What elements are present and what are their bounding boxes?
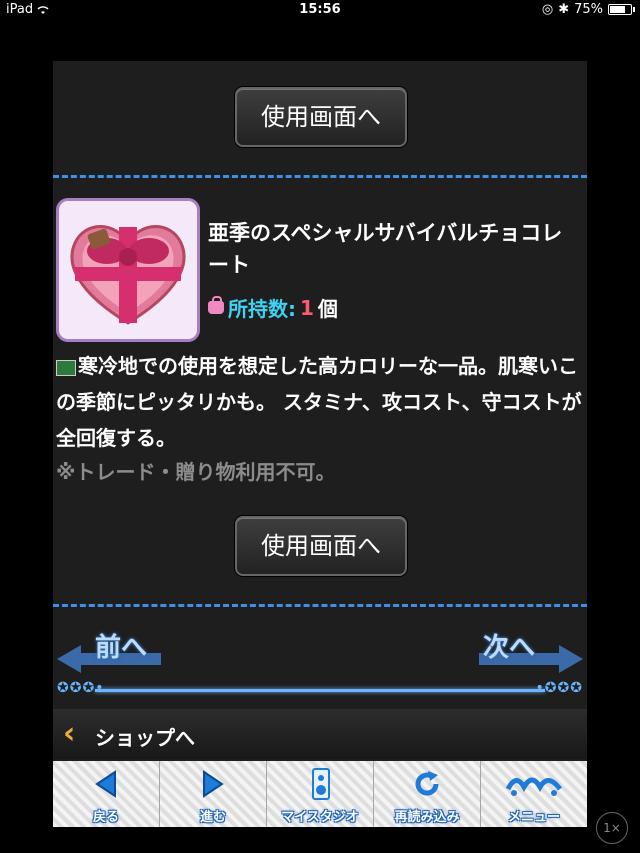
item-description-block: 寒冷地での使用を想定した高カロリーな一品。肌寒いこの季節にピッタリかも。 スタミ… (56, 348, 584, 456)
divider-top (53, 175, 587, 178)
next-label: 次へ (483, 633, 536, 663)
use-screen-button-top[interactable]: 使用画面へ (235, 87, 407, 147)
train-icon (56, 359, 76, 376)
heart-chocolate-box-icon (59, 201, 197, 339)
divider-bottom (53, 604, 587, 607)
star-icons-right: •✪✪✪ (535, 680, 583, 696)
battery-icon (608, 4, 635, 15)
menu-label: メニュー (507, 810, 560, 825)
my-studio-button[interactable]: マイスタジオ (267, 761, 374, 827)
speaker-icon (267, 767, 373, 801)
menu-button[interactable]: メニュー (481, 761, 587, 827)
back-to-shop-label: ショップへ (95, 726, 195, 750)
status-right: ◎ ✱ 75% (541, 2, 635, 17)
trade-note: ※トレード・贈り物利用不可。 (56, 460, 336, 484)
forward-button[interactable]: 進む (160, 761, 267, 827)
reload-icon (374, 767, 480, 801)
star-icons-left: ✪✪✪• (57, 680, 105, 696)
bag-icon (208, 296, 224, 314)
item-description: 寒冷地での使用を想定した高カロリーな一品。肌寒いこの季節にピッタリかも。 スタミ… (56, 354, 582, 450)
game-view: 使用画面へ 亜季のスペシャルサバイバルチョコレート 所持数: 1 個 寒冷地での使用… (53, 61, 587, 827)
use-screen-button-bottom[interactable]: 使用画面へ (235, 516, 407, 576)
back-arrow-icon (53, 767, 159, 801)
owned-count: 1 (300, 295, 314, 320)
back-to-shop-button[interactable]: ‹ ショップへ (53, 709, 587, 759)
menu-logo-icon (481, 767, 587, 801)
forward-arrow-icon (160, 767, 266, 801)
bottom-toolbar: 戻る 進む マイスタジオ 再読み込み メニュー (53, 761, 587, 827)
item-image (56, 198, 200, 342)
star-rail: ✪✪✪• •✪✪✪ (53, 680, 587, 697)
forward-label: 進む (199, 810, 226, 825)
owned-label: 所持数: (228, 297, 296, 321)
page-nav: 前へ 次へ (53, 621, 587, 681)
status-bar: iPad 15:56 ◎ ✱ 75% (0, 0, 640, 20)
back-button[interactable]: 戻る (53, 761, 160, 827)
owned-count-row: 所持数: 1 個 (208, 293, 338, 322)
back-label: 戻る (92, 810, 119, 825)
rail-line (95, 689, 545, 692)
battery-percent: 75% (574, 2, 603, 17)
owned-unit: 個 (317, 297, 338, 321)
bluetooth-icon: ✱ (558, 2, 570, 17)
item-name: 亜季のスペシャルサバイバルチョコレート (208, 221, 563, 277)
orientation-lock-icon: ◎ (541, 2, 554, 17)
next-button[interactable]: 次へ (477, 621, 587, 681)
my-studio-label: マイスタジオ (281, 810, 359, 825)
prev-label: 前へ (95, 633, 148, 663)
reload-label: 再読み込み (394, 810, 460, 825)
reload-button[interactable]: 再読み込み (374, 761, 481, 827)
zoom-badge[interactable]: 1× (596, 812, 628, 844)
prev-button[interactable]: 前へ (53, 621, 163, 681)
chevron-left-icon: ‹ (63, 716, 76, 751)
